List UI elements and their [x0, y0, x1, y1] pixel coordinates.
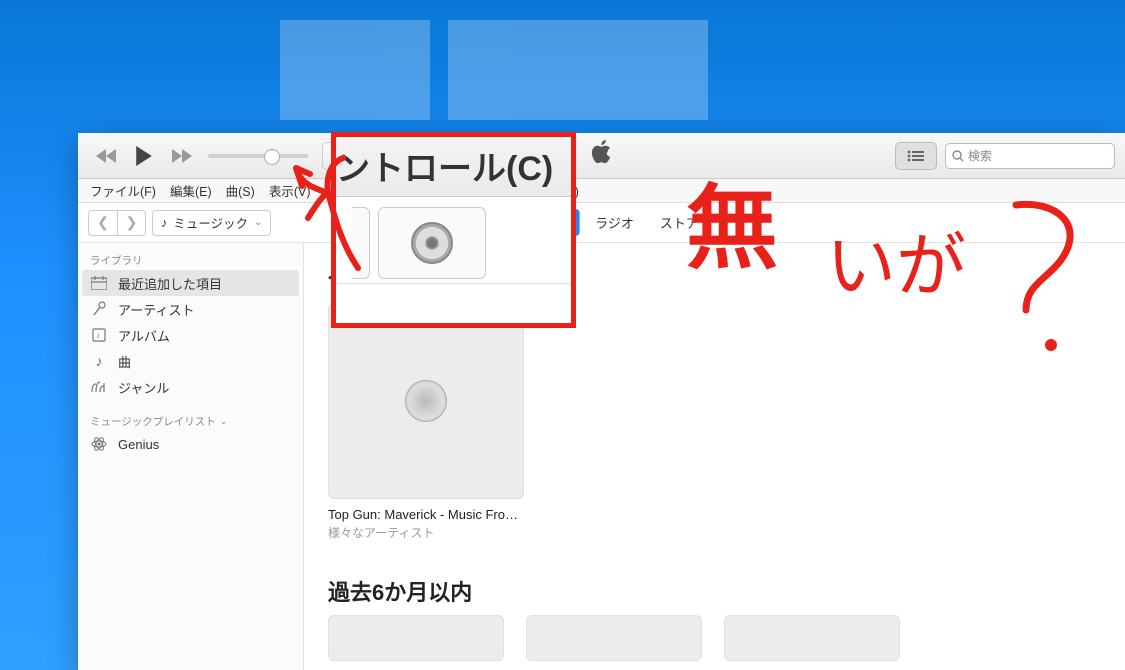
sidebar-item-label: 最近追加した項目	[118, 274, 222, 293]
menu-song[interactable]: 曲(S)	[220, 179, 261, 202]
transport-controls	[88, 142, 200, 170]
sidebar-item-label: アルバム	[118, 326, 170, 345]
song-note-icon: ♪	[90, 353, 108, 369]
menu-edit[interactable]: 編集(E)	[164, 179, 218, 202]
sidebar: ライブラリ 最近追加した項目 アーティスト ♪ アルバム ♪	[78, 243, 304, 670]
menu-file[interactable]: ファイル(F)	[84, 179, 162, 202]
menu-control[interactable]: コントロール(C)	[318, 179, 422, 202]
sidebar-item-label: アーティスト	[118, 300, 194, 319]
sidebar-item-albums[interactable]: ♪ アルバム	[78, 322, 303, 348]
album-card-placeholder[interactable]	[526, 615, 702, 661]
tab-store[interactable]: ストア	[650, 209, 709, 236]
nav-back-button[interactable]: ❮	[89, 211, 117, 235]
section-title-6months: 過去6か月以内	[328, 575, 1101, 607]
album-icon: ♪	[90, 328, 108, 342]
prev-track-button[interactable]	[88, 142, 124, 170]
volume-slider[interactable]	[208, 154, 308, 158]
search-input[interactable]: 検索	[945, 143, 1115, 169]
section-title-today: 今日	[328, 263, 1101, 295]
sidebar-header-library: ライブラリ	[78, 247, 303, 270]
genius-atom-icon	[90, 436, 108, 452]
album-card-placeholder[interactable]	[328, 615, 504, 661]
microphone-icon	[90, 301, 108, 317]
media-type-label: ミュージック	[173, 213, 248, 232]
nav-forward-button[interactable]: ❯	[117, 211, 145, 235]
sidebar-item-genres[interactable]: ジャンル	[78, 374, 303, 400]
nav-row: ❮ ❯ ♪ ミュージック ⌄ ライブラリ ラジオ ストア	[78, 203, 1125, 243]
album-art-placeholder	[328, 303, 524, 499]
menubar: ファイル(F) 編集(E) 曲(S) 表示(V) コントロール(C) アカウント…	[78, 179, 1125, 203]
play-button[interactable]	[126, 142, 162, 170]
next-track-button[interactable]	[164, 142, 200, 170]
tab-library[interactable]: ライブラリ	[494, 209, 579, 236]
album-subtitle: 様々なアーティスト	[328, 524, 524, 541]
tab-radio[interactable]: ラジオ	[585, 209, 644, 236]
menu-account[interactable]: アカウント(A)	[425, 179, 516, 202]
center-tabs: ライブラリ ラジオ ストア	[494, 209, 709, 236]
media-type-dropdown[interactable]: ♪ ミュージック ⌄	[152, 210, 271, 236]
chevron-down-icon: ⌄	[220, 416, 228, 427]
sidebar-item-label: ジャンル	[118, 378, 169, 397]
sidebar-item-genius[interactable]: Genius	[78, 431, 303, 457]
sidebar-item-recently-added[interactable]: 最近追加した項目	[82, 270, 299, 296]
recently-added-icon	[90, 276, 108, 290]
svg-text:♪: ♪	[96, 331, 100, 340]
album-title: Top Gun: Maverick - Music Fro…	[328, 507, 524, 522]
menu-view[interactable]: 表示(V)	[263, 179, 317, 202]
apple-logo-icon	[592, 140, 612, 171]
sidebar-item-label: 曲	[118, 352, 131, 371]
sidebar-item-artists[interactable]: アーティスト	[78, 296, 303, 322]
menu-help[interactable]: ヘルプ(H)	[518, 179, 585, 202]
sidebar-item-label: Genius	[118, 437, 159, 452]
main-content: 今日 Top Gun: Maverick - Music Fro… 様々なアーテ…	[304, 243, 1125, 670]
album-card[interactable]: Top Gun: Maverick - Music Fro… 様々なアーティスト	[328, 303, 524, 541]
itunes-window: 検索 ファイル(F) 編集(E) 曲(S) 表示(V) コントロール(C) アカ…	[78, 133, 1125, 670]
titlebar: 検索	[78, 133, 1125, 179]
chevron-updown-icon: ⌄	[254, 217, 262, 228]
music-note-icon: ♪	[161, 216, 167, 230]
search-icon	[952, 150, 964, 162]
sidebar-item-songs[interactable]: ♪ 曲	[78, 348, 303, 374]
disc-placeholder-icon	[405, 380, 447, 422]
airplay-button[interactable]	[322, 142, 360, 170]
search-placeholder: 検索	[968, 147, 992, 164]
album-card-placeholder[interactable]	[724, 615, 900, 661]
genre-icon	[90, 380, 108, 394]
sidebar-header-playlists[interactable]: ミュージックプレイリスト ⌄	[78, 408, 303, 431]
view-mode-button[interactable]	[895, 142, 937, 170]
